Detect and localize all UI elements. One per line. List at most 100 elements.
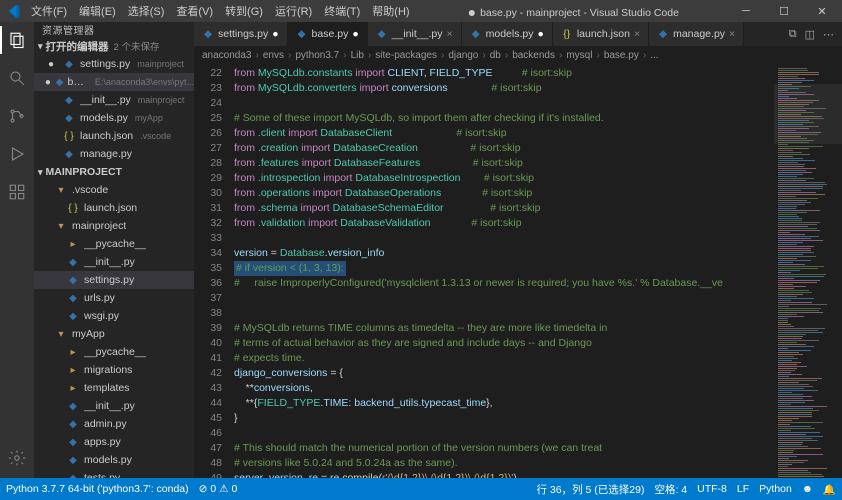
file-item[interactable]: ◆__init__.py [34, 253, 194, 271]
menu-item[interactable]: 帮助(H) [367, 1, 414, 21]
folder-item[interactable]: ▸templates [34, 379, 194, 397]
breadcrumb-segment[interactable]: backends [512, 50, 555, 61]
status-problems[interactable]: ⊘ 0 ⚠ 0 [199, 483, 238, 495]
close-tab-icon[interactable]: × [729, 28, 735, 40]
file-item[interactable]: ◆admin.py [34, 415, 194, 433]
file-item[interactable]: ◆apps.py [34, 433, 194, 451]
editor-tab[interactable]: ◆base.py● [288, 22, 368, 46]
close-tab-icon[interactable]: × [446, 28, 452, 40]
status-indentation[interactable]: 空格: 4 [654, 482, 687, 497]
file-item[interactable]: ◆models.py [34, 451, 194, 469]
breadcrumb-segment[interactable]: base.py [604, 50, 639, 61]
chevron-icon: ▾ [54, 221, 68, 232]
dirty-dot-icon: ● [537, 28, 543, 40]
py-icon: ◆ [376, 28, 388, 40]
py-icon: ◆ [66, 455, 80, 466]
dirty-indicator: ● [44, 59, 58, 70]
json-icon: { } [62, 131, 76, 142]
editor-tab[interactable]: {}launch.json× [553, 22, 649, 46]
menu-item[interactable]: 终端(T) [319, 1, 365, 21]
status-cursor-position[interactable]: 行 36，列 5 (已选择29) [537, 482, 645, 497]
split-editor-icon[interactable]: ◫ [805, 28, 815, 41]
extensions-icon[interactable] [5, 180, 29, 204]
compare-icon[interactable]: ⧉ [789, 28, 797, 41]
maximize-button[interactable]: ☐ [770, 5, 798, 18]
dirty-indicator: ● [44, 77, 52, 88]
settings-gear-icon[interactable] [5, 446, 29, 470]
editor-tab[interactable]: ◆__init__.py× [368, 22, 462, 46]
open-editor-item[interactable]: ●◆base.pyE:\anaconda3\envs\pyt... [34, 73, 194, 91]
menu-item[interactable]: 文件(F) [26, 1, 72, 21]
open-editor-item[interactable]: ●◆settings.pymainproject [34, 55, 194, 73]
file-item[interactable]: ◆wsgi.py [34, 307, 194, 325]
close-button[interactable]: ✕ [808, 5, 836, 18]
source-control-icon[interactable] [5, 104, 29, 128]
code-editor[interactable]: from MySQLdb.constants import CLIENT, FI… [228, 64, 774, 478]
py-icon: ◆ [66, 473, 80, 479]
py-icon: ◆ [66, 401, 80, 412]
minimap[interactable] [774, 64, 842, 478]
menu-item[interactable]: 转到(G) [220, 1, 268, 21]
chevron-icon: ▾ [54, 329, 68, 340]
py-icon: ◆ [62, 59, 76, 70]
status-feedback-icon[interactable]: ☻ [802, 483, 813, 495]
open-editor-item[interactable]: ◆__init__.pymainproject [34, 91, 194, 109]
menu-item[interactable]: 查看(V) [171, 1, 218, 21]
open-editors-header[interactable]: ▾ 打开的编辑器 2 个未保存 [34, 37, 194, 55]
editor-tabs: ◆settings.py●◆base.py●◆__init__.py×◆mode… [194, 22, 842, 46]
chevron-down-icon: ▾ [38, 41, 43, 52]
status-python[interactable]: Python 3.7.7 64-bit ('python3.7': conda) [6, 483, 189, 495]
line-number-gutter: 2223242526272829303132333435363738394041… [194, 64, 228, 478]
search-icon[interactable] [5, 66, 29, 90]
open-editor-item[interactable]: ◆manage.py [34, 145, 194, 163]
editor-tab[interactable]: ◆settings.py● [194, 22, 288, 46]
editor-tab[interactable]: ◆models.py● [462, 22, 553, 46]
file-item[interactable]: ◆tests.py [34, 469, 194, 478]
close-tab-icon[interactable]: × [634, 28, 640, 40]
folder-item[interactable]: ▾mainproject [34, 217, 194, 235]
open-editor-item[interactable]: { }launch.json.vscode [34, 127, 194, 145]
open-editor-item[interactable]: ◆models.pymyApp [34, 109, 194, 127]
folder-item[interactable]: ▸__pycache__ [34, 235, 194, 253]
py-icon: ◆ [66, 419, 80, 430]
explorer-icon[interactable] [5, 28, 29, 52]
breadcrumb[interactable]: anaconda3›envs›python3.7›Lib›site-packag… [194, 46, 842, 64]
breadcrumb-segment[interactable]: site-packages [375, 50, 437, 61]
folder-item[interactable]: ▸__pycache__ [34, 343, 194, 361]
file-item[interactable]: ◆urls.py [34, 289, 194, 307]
folder-item[interactable]: ▾myApp [34, 325, 194, 343]
py-icon: ◆ [657, 28, 669, 40]
breadcrumb-segment[interactable]: envs [263, 50, 284, 61]
chevron-icon: ▸ [66, 239, 80, 250]
breadcrumb-segment[interactable]: mysql [566, 50, 592, 61]
breadcrumb-segment[interactable]: anaconda3 [202, 50, 252, 61]
project-header[interactable]: ▾ MAINPROJECT [34, 163, 194, 181]
breadcrumb-segment[interactable]: db [490, 50, 501, 61]
breadcrumb-segment[interactable]: ... [650, 50, 658, 61]
folder-item[interactable]: ▸migrations [34, 361, 194, 379]
breadcrumb-segment[interactable]: python3.7 [295, 50, 339, 61]
status-encoding[interactable]: UTF-8 [697, 483, 727, 495]
file-item[interactable]: ◆__init__.py [34, 397, 194, 415]
chevron-down-icon: ▾ [38, 167, 43, 178]
py-icon: ◆ [66, 293, 80, 304]
status-notifications-icon[interactable]: 🔔 [823, 483, 836, 496]
more-actions-icon[interactable]: ⋯ [823, 28, 834, 41]
menu-item[interactable]: 运行(R) [270, 1, 317, 21]
folder-item[interactable]: ▾.vscode [34, 181, 194, 199]
chevron-icon: ▸ [66, 365, 80, 376]
minimize-button[interactable]: ─ [732, 5, 760, 18]
status-language[interactable]: Python [759, 483, 792, 495]
menu-item[interactable]: 选择(S) [123, 1, 170, 21]
file-item[interactable]: ◆settings.py [34, 271, 194, 289]
breadcrumb-segment[interactable]: Lib [351, 50, 364, 61]
py-icon: ◆ [66, 257, 80, 268]
py-icon: ◆ [66, 275, 80, 286]
breadcrumb-segment[interactable]: django [448, 50, 478, 61]
editor-tab[interactable]: ◆manage.py× [649, 22, 744, 46]
menu-item[interactable]: 编辑(E) [74, 1, 121, 21]
file-item[interactable]: { }launch.json [34, 199, 194, 217]
run-debug-icon[interactable] [5, 142, 29, 166]
window-controls: ─ ☐ ✕ [732, 5, 836, 18]
status-eol[interactable]: LF [737, 483, 749, 495]
